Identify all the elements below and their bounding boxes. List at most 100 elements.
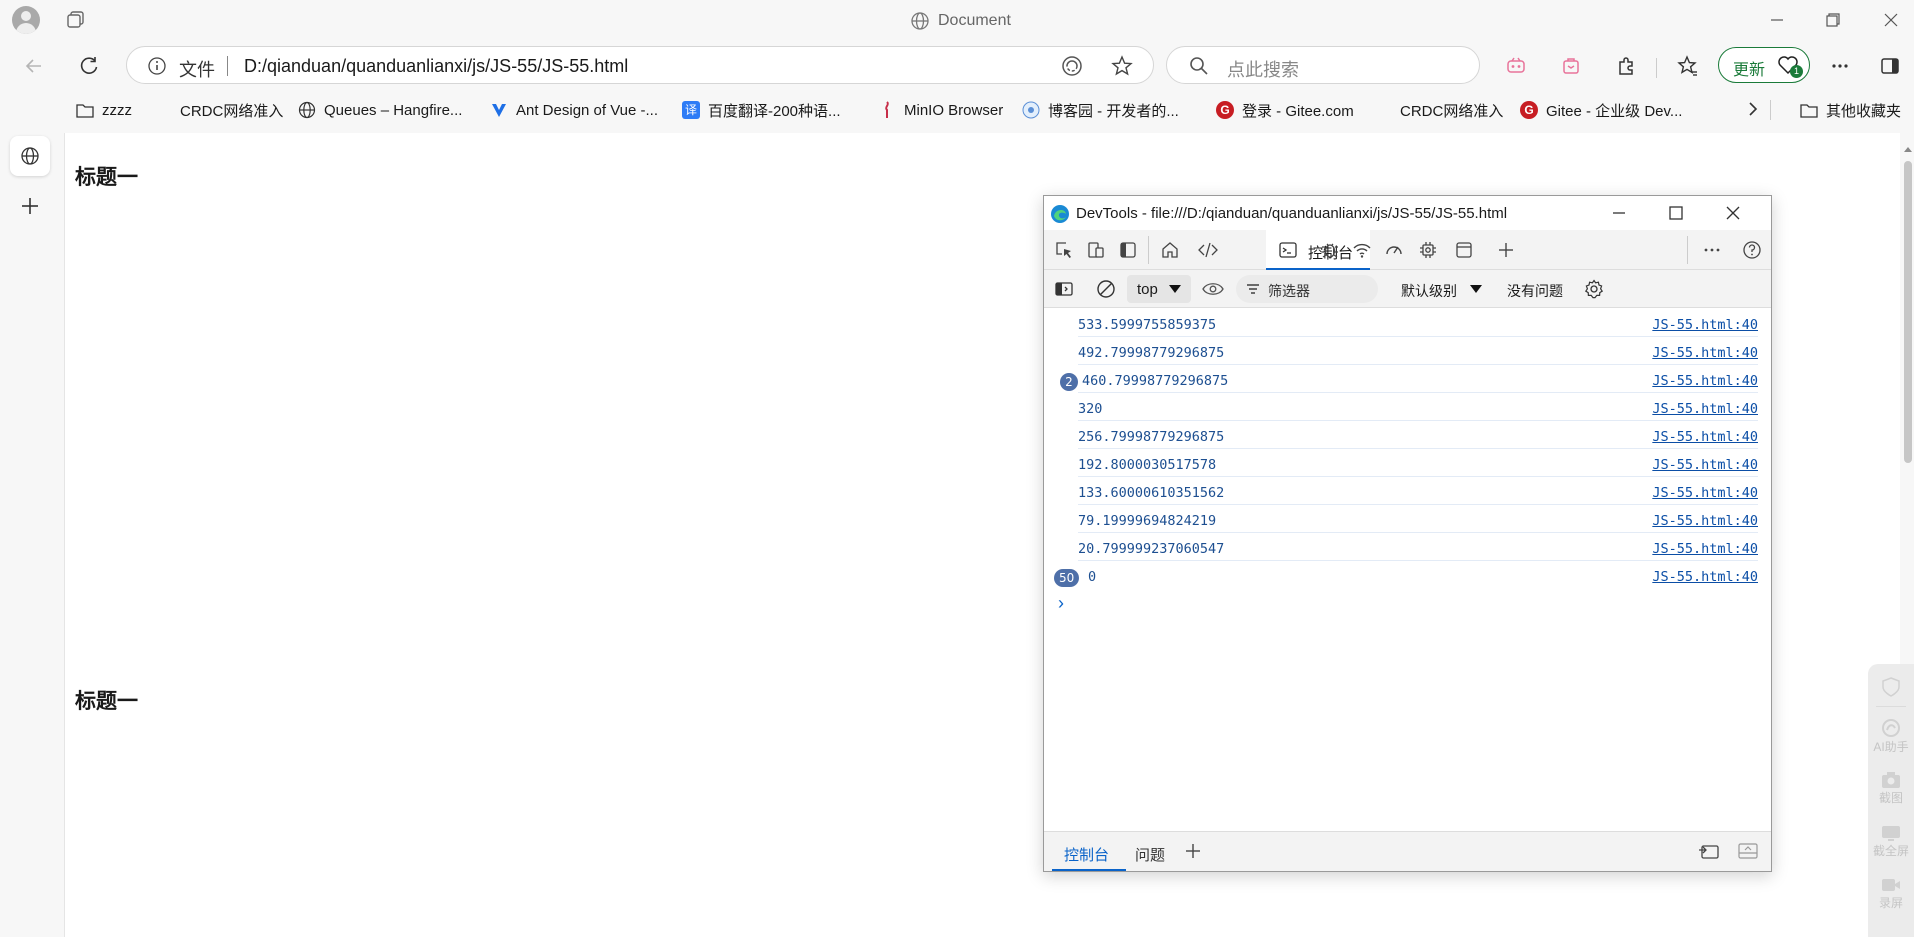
file-scheme-label: 文件: [179, 60, 215, 80]
console-sidebar-icon[interactable]: [1054, 279, 1074, 299]
ai-assistant-button[interactable]: AI助手: [1868, 718, 1914, 755]
divider: [1656, 58, 1657, 78]
update-button[interactable]: 更新 1: [1718, 47, 1810, 83]
workspaces-icon[interactable]: [66, 10, 86, 30]
console-settings-gear-icon[interactable]: [1584, 279, 1604, 299]
log-value: 0: [1088, 569, 1097, 585]
devtools-maximize-button[interactable]: [1669, 206, 1683, 220]
log-source-link[interactable]: JS-55.html:40: [1652, 429, 1758, 445]
screenshot-button[interactable]: 截图: [1868, 771, 1914, 806]
devtools-minimize-button[interactable]: [1612, 206, 1626, 220]
log-source-link[interactable]: JS-55.html:40: [1652, 401, 1758, 417]
move-to-top-icon[interactable]: [1698, 842, 1720, 860]
console-prompt-input[interactable]: ›: [1058, 589, 1738, 617]
add-tool-plus-icon[interactable]: [1490, 236, 1522, 264]
scrollbar-thumb[interactable]: [1904, 161, 1912, 463]
log-row: 320 JS-55.html:40: [1078, 393, 1758, 421]
active-tab-globe-icon[interactable]: [10, 136, 50, 176]
site-info-icon[interactable]: [147, 56, 167, 76]
favorites-icon[interactable]: [1672, 50, 1704, 82]
context-select[interactable]: top: [1127, 275, 1191, 303]
antdv-icon: [490, 101, 508, 119]
drawer-add-tab-plus-icon[interactable]: [1184, 842, 1202, 860]
filter-input[interactable]: 筛选器: [1236, 275, 1378, 303]
ai-assistant-icon: [1868, 718, 1914, 738]
log-row: 2 460.79998779296875 JS-55.html:40: [1060, 365, 1758, 393]
devtools-close-button[interactable]: [1726, 206, 1740, 220]
issues-count[interactable]: 没有问题: [1507, 281, 1563, 301]
close-drawer-icon[interactable]: [1738, 842, 1758, 860]
tab-memory-chip-icon[interactable]: [1412, 236, 1444, 264]
close-button[interactable]: [1876, 8, 1906, 32]
more-menu-icon[interactable]: [1824, 50, 1856, 82]
bookmark-item[interactable]: MinIO Browser: [878, 97, 1003, 123]
prompt-chevron-icon: ›: [1058, 593, 1064, 613]
other-favorites[interactable]: 其他收藏夹: [1800, 97, 1901, 123]
live-expression-eye-icon[interactable]: [1202, 280, 1224, 298]
restore-button[interactable]: [1818, 8, 1848, 32]
log-source-link[interactable]: JS-55.html:40: [1652, 513, 1758, 529]
log-source-link[interactable]: JS-55.html:40: [1652, 345, 1758, 361]
help-icon[interactable]: [1736, 236, 1768, 264]
cnblogs-icon: [1022, 101, 1040, 119]
clear-console-icon[interactable]: [1096, 279, 1116, 299]
profile-avatar[interactable]: [12, 6, 40, 34]
bookmark-item[interactable]: zzzz: [76, 97, 132, 123]
drawer-tab-console[interactable]: 控制台: [1064, 844, 1109, 865]
inspect-element-icon[interactable]: [1048, 236, 1080, 264]
tab-application-icon[interactable]: [1448, 236, 1480, 264]
read-aloud-icon[interactable]: [1061, 55, 1083, 77]
games-icon[interactable]: [1500, 50, 1532, 82]
screen-record-button[interactable]: 录屏: [1868, 876, 1914, 911]
dock-side-icon[interactable]: [1112, 236, 1144, 264]
tab-elements-icon[interactable]: [1192, 236, 1224, 264]
tab-network-wifi-icon[interactable]: [1346, 236, 1378, 264]
url-text[interactable]: D:/qianduan/quanduanlianxi/js/JS-55/JS-5…: [244, 56, 628, 77]
log-level-select[interactable]: 默认级别: [1401, 281, 1457, 301]
sidebar-toggle-icon[interactable]: [1874, 50, 1906, 82]
shield-heart-icon[interactable]: [1868, 676, 1914, 698]
tab-sources-bug-icon[interactable]: [1314, 236, 1346, 264]
bookmark-item[interactable]: G 登录 - Gitee.com: [1216, 97, 1354, 123]
drawer-tab-issues[interactable]: 问题: [1135, 844, 1165, 865]
log-value: 133.60000610351562: [1078, 485, 1225, 501]
bookmarks-bar: zzzz CRDC网络准入 Queues – Hangfire... Ant D…: [0, 92, 1914, 126]
tab-performance-gauge-icon[interactable]: [1378, 236, 1410, 264]
tab-welcome-home-icon[interactable]: [1154, 236, 1186, 264]
globe-icon: [298, 101, 316, 119]
log-source-link[interactable]: JS-55.html:40: [1652, 541, 1758, 557]
new-tab-plus-icon[interactable]: [20, 196, 40, 216]
chevron-right-icon[interactable]: [1744, 100, 1762, 118]
fullscreen-capture-button[interactable]: 截全屏: [1868, 824, 1914, 859]
devtools-more-icon[interactable]: [1696, 236, 1728, 264]
console-log-list: 533.5999755859375 JS-55.html:40 492.7999…: [1044, 309, 1771, 779]
bookmark-item[interactable]: Queues – Hangfire...: [298, 97, 462, 123]
divider: [1770, 100, 1771, 120]
divider: [1148, 236, 1149, 264]
log-row: 492.79998779296875 JS-55.html:40: [1078, 337, 1758, 365]
log-source-link[interactable]: JS-55.html:40: [1652, 317, 1758, 333]
bookmark-item[interactable]: CRDC网络准入: [1400, 97, 1503, 123]
refresh-button[interactable]: [73, 50, 105, 82]
minimize-button[interactable]: [1762, 8, 1792, 32]
bookmark-item[interactable]: 译 百度翻译-200种语...: [682, 97, 841, 123]
log-row: 50 0 JS-55.html:40: [1054, 561, 1758, 589]
log-source-link[interactable]: JS-55.html:40: [1652, 373, 1758, 389]
extensions-icon[interactable]: [1610, 50, 1642, 82]
device-emulation-icon[interactable]: [1080, 236, 1112, 264]
log-source-link[interactable]: JS-55.html:40: [1652, 569, 1758, 585]
bookmark-item[interactable]: 博客园 - 开发者的...: [1022, 97, 1179, 123]
log-source-link[interactable]: JS-55.html:40: [1652, 457, 1758, 473]
log-source-link[interactable]: JS-55.html:40: [1652, 485, 1758, 501]
back-button[interactable]: [18, 50, 50, 82]
search-box[interactable]: 点此搜索: [1166, 46, 1480, 84]
devtools-drawer: 控制台 问题: [1044, 831, 1771, 871]
bookmark-item[interactable]: Ant Design of Vue -...: [490, 97, 658, 123]
vertical-tab-bar: [0, 92, 60, 937]
favorite-star-icon[interactable]: [1111, 55, 1133, 77]
address-bar[interactable]: 文件 D:/qianduan/quanduanlianxi/js/JS-55/J…: [126, 46, 1154, 84]
bookmark-item[interactable]: CRDC网络准入: [180, 97, 283, 123]
log-row: 256.79998779296875 JS-55.html:40: [1078, 421, 1758, 449]
shopping-icon[interactable]: [1555, 50, 1587, 82]
bookmark-item[interactable]: G Gitee - 企业级 Dev...: [1520, 97, 1682, 123]
